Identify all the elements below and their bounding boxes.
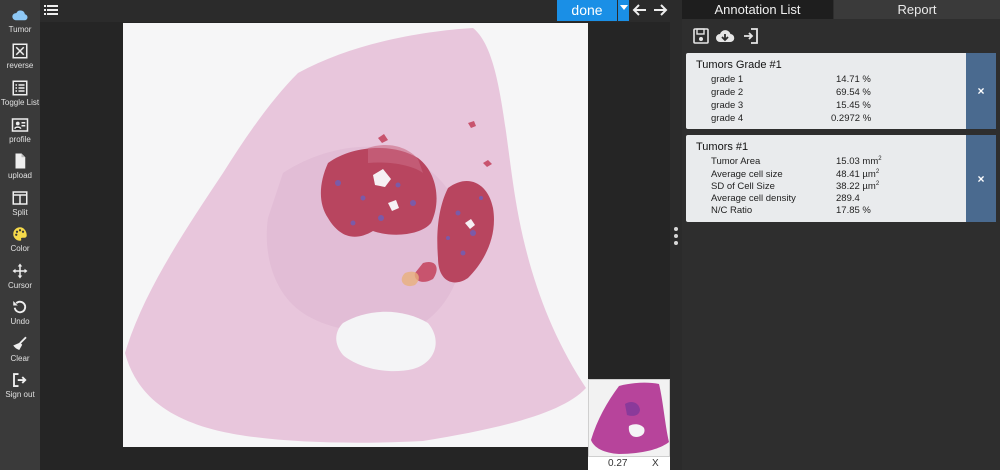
tool-label: Sign out (5, 390, 35, 399)
card-title: Tumors #1 (696, 141, 749, 153)
row-label: grade 1 (711, 74, 744, 85)
minimap-close-button[interactable]: X (652, 457, 659, 470)
tool-cursor[interactable]: Cursor (0, 260, 40, 296)
tool-undo[interactable]: Undo (0, 296, 40, 332)
tool-color[interactable]: Color (0, 223, 40, 259)
cloud-icon (12, 10, 28, 21)
tissue-section (125, 28, 586, 443)
tool-split[interactable]: Split (0, 187, 40, 223)
tool-label: profile (9, 135, 31, 144)
annotation-card-tumors[interactable]: Tumors #1 Tumor Area 15.03 mm2 Average ce… (686, 135, 996, 222)
splitter-grip-dot (674, 234, 678, 238)
tool-label: Clear (10, 354, 30, 363)
tab-annotation-list[interactable]: Annotation List (682, 0, 833, 19)
arrow-right-icon[interactable] (652, 2, 668, 18)
annotation-card-tumors-grade[interactable]: Tumors Grade #1 grade 1 14.71 % grade 2 69… (686, 53, 996, 129)
done-button[interactable]: done (557, 0, 617, 21)
tool-label: Toggle List (0, 98, 40, 107)
row-label: Average cell size (711, 169, 783, 180)
tool-label: Color (10, 244, 30, 253)
tool-toggle-list[interactable]: Toggle List (0, 77, 40, 113)
sign-out-icon (13, 373, 27, 387)
card-close-button[interactable]: × (966, 53, 996, 129)
broom-icon (13, 336, 27, 350)
tab-report[interactable]: Report (834, 0, 1000, 19)
row-label: grade 2 (711, 87, 744, 98)
tool-label: reverse (6, 61, 34, 70)
reverse-icon (12, 43, 28, 59)
right-panel: Annotation List Report Tumors Grade #1 g… (682, 0, 1000, 470)
tool-label: upload (7, 171, 33, 180)
row-value: 0.2972 % (831, 113, 872, 124)
row-label: Tumor Area (711, 156, 761, 167)
zoom-level: 0.27 (608, 458, 628, 469)
tool-reverse[interactable]: reverse (0, 40, 40, 76)
tool-label: Tumor (8, 25, 32, 34)
row-value: 14.71 % (836, 74, 871, 85)
list-icon (12, 80, 28, 96)
done-dropdown-toggle[interactable] (618, 0, 629, 21)
minimap[interactable] (588, 379, 670, 457)
row-value: 15.45 % (836, 100, 871, 111)
tool-clear[interactable]: Clear (0, 333, 40, 369)
minimap-tissue (591, 382, 669, 454)
app-window: Tumor reverse Toggle List profile upload… (0, 0, 1000, 470)
minimap-footer: 0.27 X (588, 457, 670, 470)
splitter-grip-dot (674, 241, 678, 245)
row-label: Average cell density (711, 193, 796, 204)
splitter-grip-dot (674, 227, 678, 231)
row-value: 289.4 (836, 193, 860, 204)
slide-viewer[interactable]: 0.27 X (40, 22, 670, 470)
tool-sign-out[interactable]: Sign out (0, 369, 40, 405)
row-label: SD of Cell Size (711, 181, 775, 192)
row-unit-exponent: 2 (875, 181, 880, 187)
tool-upload[interactable]: upload (0, 150, 40, 186)
tool-tumor[interactable]: Tumor (0, 4, 40, 40)
row-value: 48.41 µm (836, 169, 876, 181)
split-icon (12, 191, 28, 205)
tool-label: Undo (10, 317, 30, 326)
panel-splitter[interactable] (670, 0, 682, 470)
row-label: grade 4 (711, 113, 744, 124)
row-value: 38.22 µm (836, 181, 876, 193)
row-value-wrap: 15.03 mm2 (836, 156, 882, 167)
hamburger-menu-icon[interactable] (44, 3, 58, 17)
row-unit-exponent: 2 (875, 169, 880, 175)
move-icon (12, 263, 28, 279)
arrow-left-icon[interactable] (632, 2, 648, 18)
row-unit-exponent: 2 (878, 156, 882, 162)
tool-profile[interactable]: profile (0, 114, 40, 150)
file-icon (15, 153, 26, 169)
undo-icon (13, 300, 27, 314)
slide-image[interactable] (123, 23, 588, 447)
row-label: grade 3 (711, 100, 744, 111)
card-title: Tumors Grade #1 (696, 59, 782, 71)
row-value: 69.54 % (836, 87, 871, 98)
tool-label: Split (12, 208, 28, 217)
tool-label: Cursor (7, 281, 32, 290)
cloud-download-icon[interactable] (715, 27, 735, 45)
profile-icon (11, 118, 29, 132)
row-value: 15.03 mm (836, 156, 879, 168)
save-icon[interactable] (692, 27, 710, 45)
import-icon[interactable] (742, 27, 760, 45)
card-close-button[interactable]: × (966, 135, 996, 222)
row-value-wrap: 38.22 µm2 (836, 181, 879, 192)
row-value-wrap: 48.41 µm2 (836, 169, 879, 180)
row-value: 17.85 % (836, 205, 871, 216)
row-label: N/C Ratio (711, 205, 753, 216)
palette-icon (13, 227, 27, 241)
left-toolbar: Tumor reverse Toggle List profile upload… (0, 0, 40, 470)
